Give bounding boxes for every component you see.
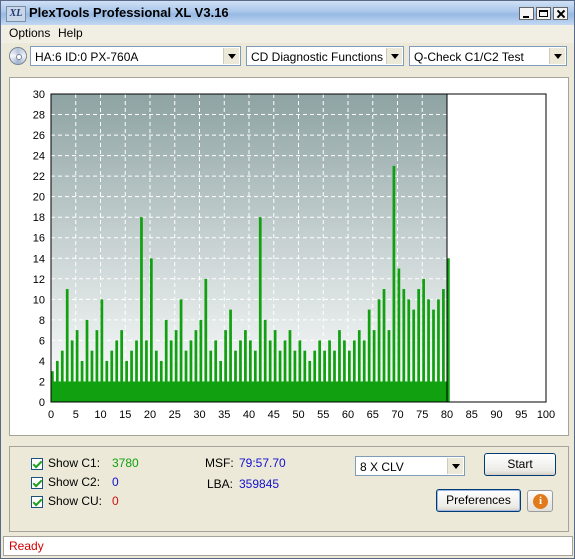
close-button[interactable] [553, 7, 568, 20]
y-tick-label: 18 [33, 212, 45, 224]
show-cu-label: Show CU: [48, 494, 103, 508]
function-select[interactable]: CD Diagnostic Functions [246, 46, 404, 66]
title-bar[interactable]: XL PlexTools Professional XL V3.16 [1, 1, 574, 25]
x-tick-label: 5 [73, 409, 79, 421]
menu-bar: Options Help [1, 25, 574, 43]
x-tick-label: 45 [268, 409, 280, 421]
x-tick-label: 60 [342, 409, 354, 421]
function-select-value: CD Diagnostic Functions [251, 50, 384, 64]
x-tick-label: 80 [441, 409, 453, 421]
c1-bar [392, 165, 396, 402]
x-tick-label: 25 [169, 409, 181, 421]
toolbar: HA:6 ID:0 PX-760A CD Diagnostic Function… [1, 44, 574, 70]
preferences-button[interactable]: Preferences [436, 489, 521, 512]
lba-label: LBA: [207, 477, 234, 491]
x-tick-label: 70 [391, 409, 403, 421]
c1-base-band [51, 381, 447, 402]
cu-value: 0 [112, 494, 119, 508]
y-tick-label: 2 [39, 376, 45, 388]
x-tick-label: 65 [367, 409, 379, 421]
y-tick-label: 20 [33, 192, 45, 204]
x-tick-label: 15 [119, 409, 131, 421]
x-tick-label: 30 [193, 409, 205, 421]
maximize-button[interactable] [536, 7, 551, 20]
x-tick-label: 40 [243, 409, 255, 421]
drive-select[interactable]: HA:6 ID:0 PX-760A [30, 46, 241, 66]
start-button[interactable]: Start [484, 453, 556, 476]
window-title: PlexTools Professional XL V3.16 [29, 5, 229, 20]
c1-bar [140, 217, 143, 402]
x-tick-label: 75 [416, 409, 428, 421]
y-tick-label: 26 [33, 130, 45, 142]
speed-select-value: 8 X CLV [360, 460, 404, 474]
msf-value: 79:57.70 [239, 456, 286, 470]
chevron-down-icon[interactable] [386, 48, 402, 64]
x-tick-label: 95 [515, 409, 527, 421]
disc-drive-icon [9, 47, 27, 65]
chart-panel: 0 2 4 6 8 10 12 14 16 18 20 22 24 26 28 30 0 5 10 15 20 25 30 3… [9, 77, 569, 436]
show-cu-checkbox[interactable] [31, 496, 43, 508]
show-c1-checkbox[interactable] [31, 458, 43, 470]
y-tick-label: 6 [39, 335, 45, 347]
x-tick-label: 55 [317, 409, 329, 421]
y-tick-label: 14 [33, 253, 45, 265]
x-tick-label: 0 [48, 409, 54, 421]
results-panel: Show C1: 3780 Show C2: 0 Show CU: 0 MSF:… [9, 446, 569, 532]
chevron-down-icon[interactable] [447, 458, 463, 474]
msf-label: MSF: [205, 456, 234, 470]
c1-value: 3780 [112, 456, 139, 470]
y-tick-label: 24 [33, 151, 45, 163]
y-tick-label: 16 [33, 233, 45, 245]
test-select-value: Q-Check C1/C2 Test [414, 50, 524, 64]
info-icon: i [533, 494, 548, 509]
status-bar: Ready [3, 536, 573, 556]
show-c2-label: Show C2: [48, 475, 101, 489]
x-tick-label: 20 [144, 409, 156, 421]
x-tick-label: 85 [466, 409, 478, 421]
y-tick-label: 0 [39, 397, 45, 409]
c1-bar [150, 258, 153, 402]
y-tick-label: 22 [33, 171, 45, 183]
y-tick-label: 4 [39, 356, 45, 368]
app-window: XL PlexTools Professional XL V3.16 Optio… [0, 0, 575, 559]
status-text: Ready [9, 539, 44, 553]
lba-value: 359845 [239, 477, 280, 491]
x-tick-label: 10 [94, 409, 106, 421]
x-tick-label: 50 [292, 409, 304, 421]
x-tick-label: 100 [537, 409, 555, 421]
y-tick-label: 28 [33, 110, 45, 122]
show-c2-checkbox[interactable] [31, 477, 43, 489]
x-tick-label: 90 [490, 409, 502, 421]
menu-help[interactable]: Help [58, 26, 83, 40]
y-tick-label: 8 [39, 315, 45, 327]
chevron-down-icon[interactable] [549, 48, 565, 64]
info-button[interactable]: i [527, 490, 553, 512]
minimize-button[interactable] [519, 7, 534, 20]
x-tick-label: 35 [218, 409, 230, 421]
y-tick-label: 10 [33, 294, 45, 306]
test-select[interactable]: Q-Check C1/C2 Test [409, 46, 567, 66]
menu-options[interactable]: Options [9, 26, 50, 40]
speed-select[interactable]: 8 X CLV [355, 456, 465, 476]
drive-select-value: HA:6 ID:0 PX-760A [35, 50, 139, 64]
c1-bar [258, 217, 262, 402]
c1-c2-chart: 0246810121416182022242628300 5 10 15 20 25 30 3… [33, 89, 555, 421]
app-logo-icon: XL [6, 6, 26, 22]
c2-value: 0 [112, 475, 119, 489]
chevron-down-icon[interactable] [223, 48, 239, 64]
show-c1-label: Show C1: [48, 456, 101, 470]
y-tick-label: 30 [33, 89, 45, 101]
y-tick-label: 12 [33, 274, 45, 286]
